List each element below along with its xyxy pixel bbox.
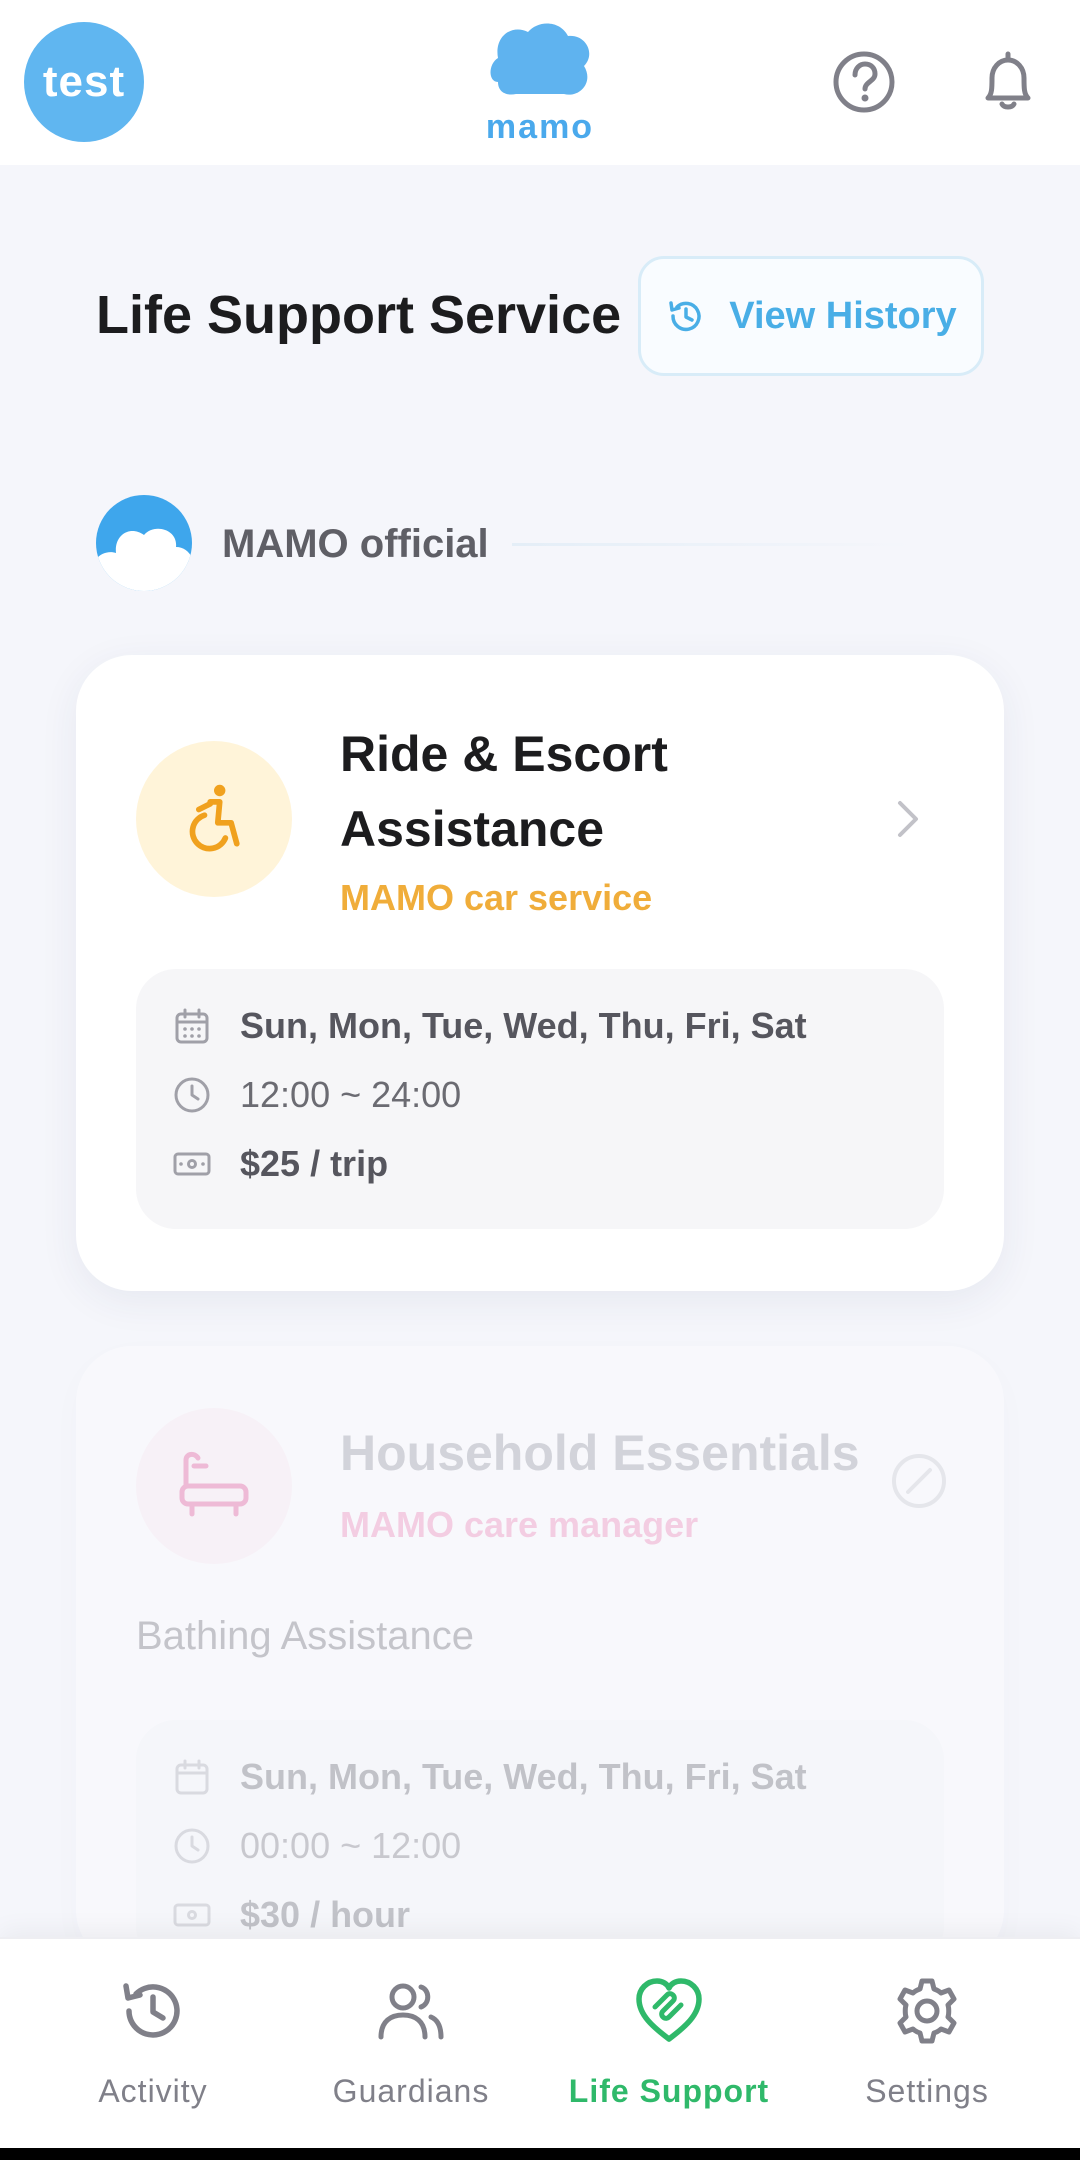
page-title: Life Support Service (96, 285, 622, 345)
service-schedule: Sun, Mon, Tue, Wed, Thu, Fri, Sat 12:00 … (136, 969, 944, 1229)
profile-avatar[interactable]: test (24, 22, 144, 142)
nav-label: Activity (98, 2073, 208, 2109)
chevron-right-icon[interactable] (888, 795, 928, 843)
cloud-logo-icon (490, 23, 590, 95)
service-provider-label: MAMO care manager (340, 1504, 699, 1545)
divider (512, 543, 912, 546)
avatar-text: test (42, 57, 126, 106)
schedule-days: Sun, Mon, Tue, Wed, Thu, Fri, Sat (172, 991, 908, 1060)
clock-icon (174, 1828, 210, 1863)
gear-icon (897, 1978, 957, 2044)
provider-name: MAMO official (222, 522, 489, 566)
calendar-icon (175, 1759, 209, 1794)
unavailable-icon (890, 1452, 948, 1510)
calendar-icon (175, 1008, 209, 1043)
heart-handshake-icon (636, 1978, 702, 2042)
logo-text: mamo (485, 108, 595, 146)
service-description: Bathing Assistance (136, 1614, 474, 1658)
help-circle-icon[interactable] (830, 48, 898, 116)
service-card-ride-escort[interactable]: Ride & Escort Assistance MAMO car servic… (76, 655, 1004, 1291)
bottom-nav: Activity Guardians Life Support Settings (0, 1937, 1080, 2155)
bathtub-icon (136, 1408, 292, 1564)
price-text: $30 / hour (240, 1893, 411, 1935)
app-header: test mamo (0, 0, 1080, 165)
hours-text: 12:00 ~ 24:00 (240, 1073, 462, 1115)
nav-activity[interactable]: Activity (33, 1975, 273, 2125)
nav-settings[interactable]: Settings (807, 1975, 1047, 2125)
service-provider-label: MAMO car service (340, 877, 653, 918)
provider-logo (96, 495, 192, 591)
nav-label: Settings (865, 2073, 989, 2109)
nav-label: Life Support (568, 2073, 770, 2109)
view-history-button[interactable]: View History (638, 256, 984, 376)
system-bar (0, 2148, 1080, 2160)
cash-icon (173, 1903, 211, 1926)
schedule-days: Sun, Mon, Tue, Wed, Thu, Fri, Sat (172, 1742, 908, 1811)
bell-icon[interactable] (974, 48, 1042, 116)
price-text: $25 / trip (240, 1142, 389, 1184)
service-title: Ride & Escort Assistance (340, 726, 668, 857)
service-schedule: Sun, Mon, Tue, Wed, Thu, Fri, Sat 00:00 … (136, 1720, 944, 1966)
users-icon (378, 1983, 444, 2040)
nav-guardians[interactable]: Guardians (291, 1975, 531, 2125)
history-icon (669, 301, 702, 332)
cash-icon (173, 1152, 211, 1175)
view-history-label: View History (729, 294, 957, 337)
schedule-hours: 00:00 ~ 12:00 (172, 1811, 908, 1880)
schedule-price: $25 / trip (172, 1129, 908, 1198)
nav-life-support[interactable]: Life Support (549, 1975, 789, 2125)
days-text: Sun, Mon, Tue, Wed, Thu, Fri, Sat (240, 1004, 807, 1046)
clock-icon (174, 1077, 210, 1112)
mamo-logo: mamo (478, 22, 602, 146)
schedule-hours: 12:00 ~ 24:00 (172, 1060, 908, 1129)
wheelchair-icon (136, 741, 292, 897)
nav-label: Guardians (332, 2073, 490, 2109)
days-text: Sun, Mon, Tue, Wed, Thu, Fri, Sat (240, 1755, 807, 1797)
history-icon (123, 1983, 180, 2038)
service-card-household[interactable]: Household Essentials MAMO care manager B… (76, 1346, 1004, 1966)
hours-text: 00:00 ~ 12:00 (240, 1824, 462, 1866)
service-title: Household Essentials (340, 1425, 860, 1481)
